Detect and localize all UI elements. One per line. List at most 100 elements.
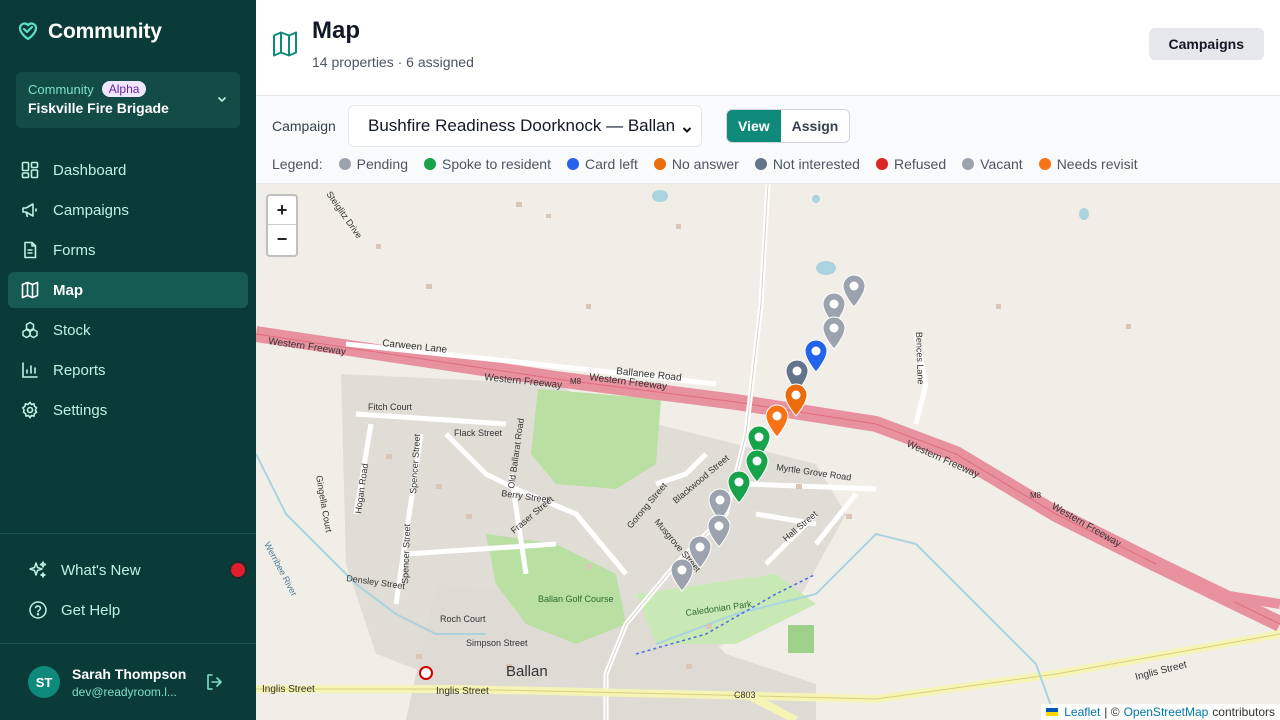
- brand[interactable]: Community: [0, 0, 256, 64]
- attribution-contributors: contributors: [1212, 705, 1275, 719]
- sidebar-item-label: Dashboard: [53, 161, 127, 179]
- map-label: Simpson Street: [466, 638, 528, 648]
- document-icon: [20, 240, 40, 260]
- legend-label: Needs revisit: [1056, 156, 1138, 172]
- org-switcher[interactable]: Community Alpha Fiskville Fire Brigade: [16, 72, 240, 128]
- view-mode-button[interactable]: View: [727, 110, 781, 142]
- map-label: Gingella Court: [314, 475, 334, 534]
- sidebar-item-reports[interactable]: Reports: [8, 352, 248, 388]
- heart-hands-icon: [16, 18, 40, 47]
- gear-icon: [20, 400, 40, 420]
- chevron-down-icon: [216, 92, 228, 110]
- legend-dot: [566, 158, 579, 170]
- zoom-in-button[interactable]: +: [268, 196, 296, 225]
- main-content: Map 14 properties · 6 assigned Campaigns…: [256, 0, 1280, 720]
- map-toolbar: Campaign Bushfire Readiness Doorknock — …: [256, 96, 1280, 184]
- property-marker[interactable]: [670, 558, 694, 592]
- user-name: Sarah Thompson: [72, 665, 187, 682]
- map-label: Western Freeway: [1050, 501, 1123, 550]
- boxes-icon: [20, 320, 40, 340]
- legend-dot: [754, 158, 767, 170]
- western-freeway-branch: [1153, 559, 1280, 609]
- map-attribution: Leaflet | © OpenStreetMap contributors: [1041, 704, 1280, 720]
- sidebar-nav: Dashboard Campaigns Forms Map Stock Repo…: [0, 152, 256, 432]
- map-label: Roch Court: [440, 614, 486, 624]
- map-label: Inglis Street: [436, 686, 489, 697]
- legend-label: No answer: [671, 156, 739, 172]
- assign-mode-button[interactable]: Assign: [780, 110, 850, 142]
- status-legend: Legend: Pending Spoke to resident Card l…: [272, 156, 1154, 172]
- legend-label: Pending: [356, 156, 408, 172]
- pond: [652, 190, 668, 202]
- whats-new-link[interactable]: What's New: [0, 550, 256, 590]
- sidebar-item-label: Reports: [53, 361, 106, 379]
- sidebar-item-label: Map: [53, 281, 83, 299]
- org-name: Fiskville Fire Brigade: [28, 100, 169, 116]
- view-mode-toggle: View Assign: [726, 109, 851, 143]
- legend-label: Refused: [893, 156, 947, 172]
- legend-title: Legend:: [272, 156, 323, 172]
- avatar[interactable]: ST: [28, 666, 60, 698]
- sidebar-item-label: Settings: [53, 401, 108, 419]
- campaign-label: Campaign: [272, 118, 336, 134]
- sidebar-item-label: Forms: [53, 241, 96, 259]
- sidebar-item-dashboard[interactable]: Dashboard: [8, 152, 248, 188]
- sidebar-item-settings[interactable]: Settings: [8, 392, 248, 428]
- sidebar-item-label: Stock: [53, 321, 91, 339]
- legend-item: Spoke to resident: [424, 156, 551, 172]
- legend-dot: [875, 158, 888, 170]
- map-icon: [272, 30, 298, 63]
- get-help-label: Get Help: [61, 601, 121, 619]
- logout-icon[interactable]: [204, 672, 224, 697]
- sparkles-icon: [28, 560, 48, 580]
- map-label: Steiglitz Drive: [324, 189, 364, 240]
- ukraine-flag-icon: [1046, 708, 1059, 716]
- leaflet-link[interactable]: Leaflet: [1064, 705, 1100, 719]
- campaigns-button[interactable]: Campaigns: [1148, 28, 1264, 60]
- zoom-out-button[interactable]: −: [268, 225, 296, 254]
- bar-chart-icon: [20, 360, 40, 380]
- legend-label: Card left: [584, 156, 638, 172]
- legend-dot: [424, 158, 436, 170]
- map-label: M8: [570, 377, 582, 386]
- sidebar-item-stock[interactable]: Stock: [8, 312, 248, 348]
- hospital-marker: [419, 666, 433, 680]
- map-label: Ballan: [506, 663, 548, 680]
- map-label: Inglis Street: [1134, 659, 1188, 683]
- map-canvas[interactable]: Western Freeway Carween Lane Ballanee Ro…: [256, 184, 1280, 720]
- map-label: Werribee River: [262, 540, 299, 598]
- campaign-select-value: Bushfire Readiness Doorknock — Ballan: [368, 116, 676, 135]
- app-name: Community: [48, 20, 162, 43]
- megaphone-icon: [20, 200, 40, 220]
- legend-item: Card left: [566, 156, 638, 172]
- help-circle-icon: [28, 600, 48, 620]
- get-help-link[interactable]: Get Help: [0, 590, 256, 630]
- legend-dot: [338, 158, 351, 170]
- pond: [1079, 208, 1089, 220]
- chevron-down-icon: [681, 121, 693, 141]
- page-title: Map: [312, 17, 360, 44]
- sidebar: Community Community Alpha Fiskville Fire…: [0, 0, 256, 720]
- sidebar-item-map[interactable]: Map: [8, 272, 248, 308]
- map-label: Fitch Court: [368, 402, 413, 412]
- campaign-select[interactable]: Bushfire Readiness Doorknock — Ballan: [348, 105, 702, 147]
- page-header: Map 14 properties · 6 assigned Campaigns: [256, 0, 1280, 96]
- user-profile: ST Sarah Thompson dev@readyroom.l...: [0, 643, 256, 720]
- pond: [816, 261, 836, 275]
- legend-label: Spoke to resident: [442, 156, 551, 172]
- zoom-control: + −: [266, 194, 298, 257]
- sidebar-item-label: Campaigns: [53, 201, 129, 219]
- legend-label: Vacant: [980, 156, 1023, 172]
- osm-link[interactable]: OpenStreetMap: [1124, 705, 1209, 719]
- map-label: Bences Lane: [914, 332, 926, 385]
- sidebar-item-campaigns[interactable]: Campaigns: [8, 192, 248, 228]
- sports-field: [788, 625, 814, 653]
- legend-dot: [962, 158, 975, 170]
- alpha-badge: Alpha: [101, 81, 147, 97]
- map-label: Spencer Street: [400, 523, 412, 584]
- map-label: Ballan Golf Course: [538, 594, 614, 604]
- sidebar-item-forms[interactable]: Forms: [8, 232, 248, 268]
- org-label: Community: [28, 81, 94, 97]
- page-subtitle: 14 properties · 6 assigned: [312, 54, 474, 70]
- map-label: Inglis Street: [262, 684, 315, 695]
